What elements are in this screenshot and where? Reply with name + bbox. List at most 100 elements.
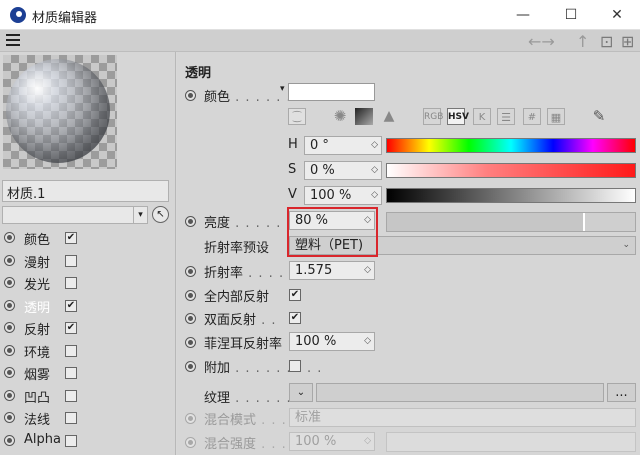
double-sided-checkbox[interactable] bbox=[289, 312, 301, 324]
channel-label[interactable]: 法线 bbox=[24, 409, 50, 428]
material-dropdown[interactable]: ▾ bbox=[2, 206, 148, 224]
fresnel-stepper-icon[interactable]: ◇ bbox=[364, 334, 371, 349]
channel-item[interactable]: 环境 bbox=[4, 340, 174, 362]
channel-label[interactable]: 漫射 bbox=[24, 252, 50, 271]
expand-arrow-icon[interactable]: ▾ bbox=[280, 84, 285, 94]
wheel-mode-icon[interactable]: ⁐ bbox=[288, 108, 306, 125]
value-slider[interactable] bbox=[386, 188, 636, 203]
total-internal-checkbox[interactable] bbox=[289, 289, 301, 301]
kelvin-mode-icon[interactable]: K bbox=[473, 108, 491, 125]
texture-more-button[interactable]: ... bbox=[607, 383, 636, 402]
texture-menu-chevron-icon[interactable]: ⌄ bbox=[289, 383, 313, 402]
blend-strength-slider bbox=[386, 432, 636, 452]
channel-anim-radio[interactable] bbox=[4, 367, 15, 378]
brightness-anim-radio[interactable] bbox=[185, 216, 196, 227]
additive-anim-radio[interactable] bbox=[185, 361, 196, 372]
channel-anim-radio[interactable] bbox=[4, 232, 15, 243]
pick-arrow-icon[interactable]: ↖ bbox=[152, 206, 169, 223]
blend-mode-dropdown: 标准 bbox=[289, 408, 636, 427]
channel-item[interactable]: 发光 bbox=[4, 272, 174, 294]
channel-anim-radio[interactable] bbox=[4, 389, 15, 401]
ior-field[interactable]: 1.575 ◇ bbox=[289, 261, 375, 280]
maximize-button[interactable]: ☐ bbox=[548, 0, 594, 30]
hue-stepper-icon[interactable]: ◇ bbox=[371, 138, 378, 153]
up-arrow-icon[interactable]: ↑ bbox=[576, 32, 589, 51]
hue-field[interactable]: 0 ° ◇ bbox=[304, 136, 382, 155]
material-preview[interactable] bbox=[3, 55, 117, 169]
swatches-icon[interactable]: ▦ bbox=[547, 108, 565, 125]
channel-label[interactable]: 颜色 bbox=[24, 229, 50, 248]
fresnel-anim-radio[interactable] bbox=[185, 337, 196, 348]
color-wheel-icon[interactable]: ✺ bbox=[331, 108, 349, 125]
close-button[interactable]: ✕ bbox=[594, 0, 640, 30]
brightness-slider[interactable] bbox=[386, 212, 636, 232]
channel-item[interactable]: 反射 bbox=[4, 317, 174, 339]
ior-stepper-icon[interactable]: ◇ bbox=[364, 263, 371, 278]
value-stepper-icon[interactable]: ◇ bbox=[371, 188, 378, 203]
channel-checkbox[interactable] bbox=[65, 299, 77, 312]
channel-checkbox[interactable] bbox=[65, 434, 77, 447]
mixer-icon[interactable]: ☰ bbox=[497, 108, 515, 125]
blend-strength-stepper-icon: ◇ bbox=[364, 436, 371, 446]
channel-checkbox[interactable] bbox=[65, 412, 77, 424]
channel-item[interactable]: 烟雾 bbox=[4, 362, 174, 384]
channel-anim-radio[interactable] bbox=[4, 254, 15, 266]
channel-checkbox[interactable] bbox=[65, 277, 77, 289]
channel-item[interactable]: 透明 bbox=[4, 295, 174, 317]
saturation-stepper-icon[interactable]: ◇ bbox=[371, 163, 378, 178]
channel-item[interactable]: Alpha bbox=[4, 430, 174, 452]
channel-label[interactable]: 发光 bbox=[24, 274, 50, 293]
hue-value: 0 ° bbox=[310, 138, 329, 153]
channel-label[interactable]: 凹凸 bbox=[24, 387, 50, 406]
channel-anim-radio[interactable] bbox=[4, 412, 15, 423]
channel-label[interactable]: 透明 bbox=[24, 297, 50, 316]
channel-anim-radio[interactable] bbox=[4, 299, 15, 311]
channel-checkbox[interactable] bbox=[65, 322, 77, 334]
chevron-down-icon[interactable]: ▾ bbox=[133, 207, 147, 223]
channel-checkbox[interactable] bbox=[65, 389, 77, 402]
channel-label[interactable]: 环境 bbox=[24, 342, 50, 361]
channel-checkbox[interactable] bbox=[65, 367, 77, 379]
channel-label[interactable]: Alpha bbox=[24, 432, 61, 447]
channel-anim-radio[interactable] bbox=[4, 322, 15, 333]
channel-anim-radio[interactable] bbox=[4, 434, 15, 446]
channel-checkbox[interactable] bbox=[65, 232, 77, 244]
material-name-field[interactable]: 材质.1 bbox=[2, 180, 169, 202]
double-sided-anim-radio[interactable] bbox=[185, 313, 196, 324]
channel-item[interactable]: 法线 bbox=[4, 407, 174, 429]
image-picker-icon[interactable]: ▲ bbox=[380, 108, 398, 125]
channel-item[interactable]: 漫射 bbox=[4, 250, 174, 272]
saturation-slider[interactable] bbox=[386, 163, 636, 178]
eyedropper-icon[interactable]: ✎ bbox=[590, 108, 608, 125]
saturation-field[interactable]: 0 % ◇ bbox=[304, 161, 382, 180]
minimize-button[interactable]: — bbox=[500, 0, 546, 30]
channel-item[interactable]: 颜色 bbox=[4, 227, 174, 249]
channel-anim-radio[interactable] bbox=[4, 344, 15, 356]
fresnel-field[interactable]: 100 % ◇ bbox=[289, 332, 375, 351]
additive-checkbox[interactable] bbox=[289, 360, 301, 372]
hue-slider[interactable] bbox=[386, 138, 636, 153]
hsv-mode-icon[interactable]: HSV bbox=[447, 108, 469, 125]
hamburger-menu-icon[interactable] bbox=[6, 34, 20, 46]
hex-mode-icon[interactable]: # bbox=[523, 108, 541, 125]
channel-checkbox[interactable] bbox=[65, 344, 77, 357]
total-internal-anim-radio[interactable] bbox=[185, 290, 196, 301]
channel-anim-radio[interactable] bbox=[4, 277, 15, 288]
rgb-mode-icon[interactable]: RGB bbox=[423, 108, 443, 125]
saturation-value: 0 % bbox=[310, 163, 335, 178]
spectrum-icon[interactable] bbox=[355, 108, 373, 125]
color-swatch[interactable] bbox=[288, 83, 375, 101]
channel-item[interactable]: 凹凸 bbox=[4, 385, 174, 407]
highlight-box bbox=[287, 207, 378, 257]
channel-label[interactable]: 烟雾 bbox=[24, 364, 50, 383]
color-anim-radio[interactable] bbox=[185, 90, 196, 101]
texture-slot[interactable] bbox=[316, 383, 604, 402]
new-window-icon[interactable]: ⊞ bbox=[621, 32, 634, 51]
channel-checkbox[interactable] bbox=[65, 254, 77, 267]
back-forward-icon[interactable]: ←→ bbox=[528, 32, 555, 51]
value-field[interactable]: 100 % ◇ bbox=[304, 186, 382, 205]
lock-icon[interactable]: ⊡ bbox=[600, 32, 613, 51]
chevron-down-icon[interactable]: ⌄ bbox=[622, 238, 630, 253]
channel-label[interactable]: 反射 bbox=[24, 319, 50, 338]
ior-anim-radio[interactable] bbox=[185, 266, 196, 277]
